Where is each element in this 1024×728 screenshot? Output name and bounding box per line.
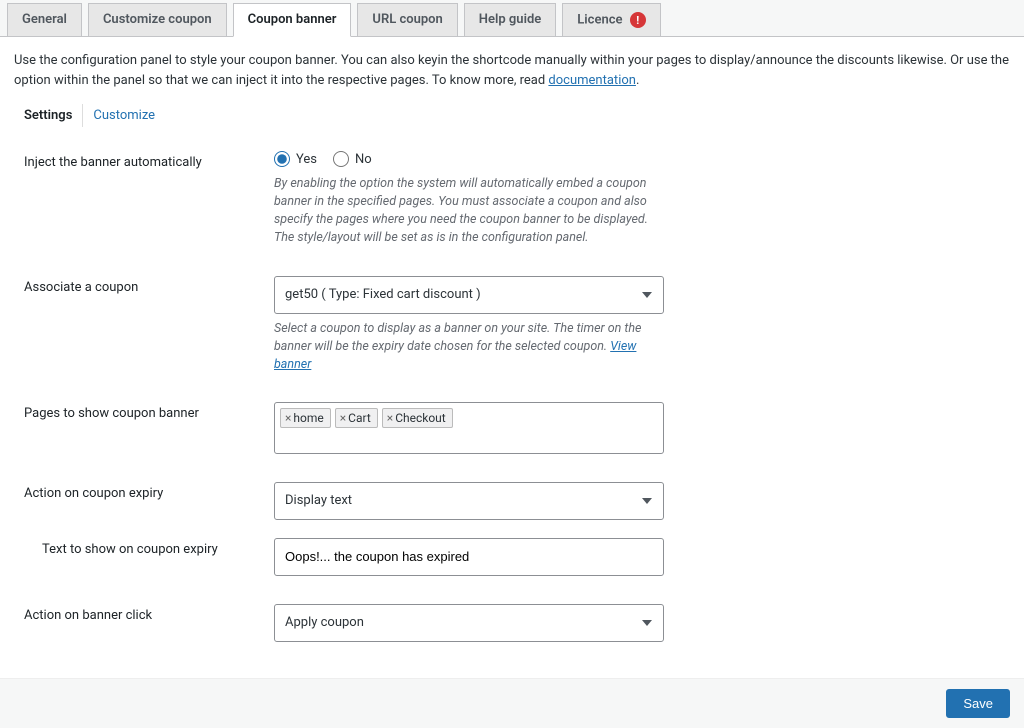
tag-home: ×home <box>280 408 331 428</box>
select-banner-click-value: Apply coupon <box>274 604 664 642</box>
label-expiry-text: Text to show on coupon expiry <box>24 538 274 557</box>
radio-no-label: No <box>355 152 372 167</box>
row-pages: Pages to show coupon banner ×home ×Cart … <box>14 392 1010 472</box>
tab-url-coupon[interactable]: URL coupon <box>357 3 457 36</box>
subtab-customize[interactable]: Customize <box>83 104 165 127</box>
subtab-settings[interactable]: Settings <box>14 104 83 127</box>
content-panel: Use the configuration panel to style you… <box>0 37 1024 678</box>
tab-licence[interactable]: Licence ! <box>562 3 660 36</box>
select-associate-coupon[interactable]: get50 ( Type: Fixed cart discount ) <box>274 276 664 314</box>
tab-help-guide[interactable]: Help guide <box>464 3 556 36</box>
intro-after: . <box>636 73 639 88</box>
label-expiry-action: Action on coupon expiry <box>24 482 274 501</box>
row-expiry-action: Action on coupon expiry Display text <box>14 472 1010 538</box>
select-expiry-action-value: Display text <box>274 482 664 520</box>
intro-text: Use the configuration panel to style you… <box>14 51 1010 90</box>
tag-home-label: home <box>293 411 323 425</box>
tab-coupon-banner[interactable]: Coupon banner <box>233 3 352 37</box>
save-button[interactable]: Save <box>946 689 1010 718</box>
label-banner-click: Action on banner click <box>24 604 274 623</box>
row-inject-banner: Inject the banner automatically Yes No B… <box>14 141 1010 266</box>
help-associate: Select a coupon to display as a banner o… <box>274 320 664 374</box>
remove-tag-cart[interactable]: × <box>340 411 346 425</box>
alert-icon: ! <box>630 12 646 28</box>
select-associate-value: get50 ( Type: Fixed cart discount ) <box>274 276 664 314</box>
row-banner-click: Action on banner click Apply coupon <box>14 594 1010 660</box>
tag-checkout: ×Checkout <box>382 408 453 428</box>
tag-checkout-label: Checkout <box>395 411 446 425</box>
row-associate-coupon: Associate a coupon get50 ( Type: Fixed c… <box>14 266 1010 392</box>
help-inject: By enabling the option the system will a… <box>274 175 664 248</box>
tag-cart: ×Cart <box>335 408 378 428</box>
footer: Save <box>0 678 1024 728</box>
remove-tag-home[interactable]: × <box>285 411 291 425</box>
tab-customize-coupon[interactable]: Customize coupon <box>88 3 227 36</box>
tab-general[interactable]: General <box>7 3 82 36</box>
radio-inject-yes[interactable]: Yes <box>274 151 317 167</box>
row-expiry-text: Text to show on coupon expiry <box>14 538 1010 594</box>
label-inject-banner: Inject the banner automatically <box>24 151 274 170</box>
documentation-link[interactable]: documentation <box>548 73 636 88</box>
tab-bar: General Customize coupon Coupon banner U… <box>0 0 1024 37</box>
input-expiry-text[interactable] <box>274 538 664 576</box>
remove-tag-checkout[interactable]: × <box>387 411 393 425</box>
label-associate-coupon: Associate a coupon <box>24 276 274 295</box>
select-expiry-action[interactable]: Display text <box>274 482 664 520</box>
help-associate-text: Select a coupon to display as a banner o… <box>274 321 641 354</box>
radio-yes-label: Yes <box>296 152 317 167</box>
radio-group-inject: Yes No <box>274 151 664 167</box>
radio-yes-input[interactable] <box>274 151 290 167</box>
pages-tag-input[interactable]: ×home ×Cart ×Checkout <box>274 402 664 454</box>
tab-licence-label: Licence <box>577 12 622 27</box>
tag-cart-label: Cart <box>348 411 371 425</box>
radio-inject-no[interactable]: No <box>333 151 372 167</box>
label-pages: Pages to show coupon banner <box>24 402 274 421</box>
intro-before: Use the configuration panel to style you… <box>14 53 1009 88</box>
radio-no-input[interactable] <box>333 151 349 167</box>
subtab-bar: Settings Customize <box>14 104 1010 127</box>
select-banner-click[interactable]: Apply coupon <box>274 604 664 642</box>
